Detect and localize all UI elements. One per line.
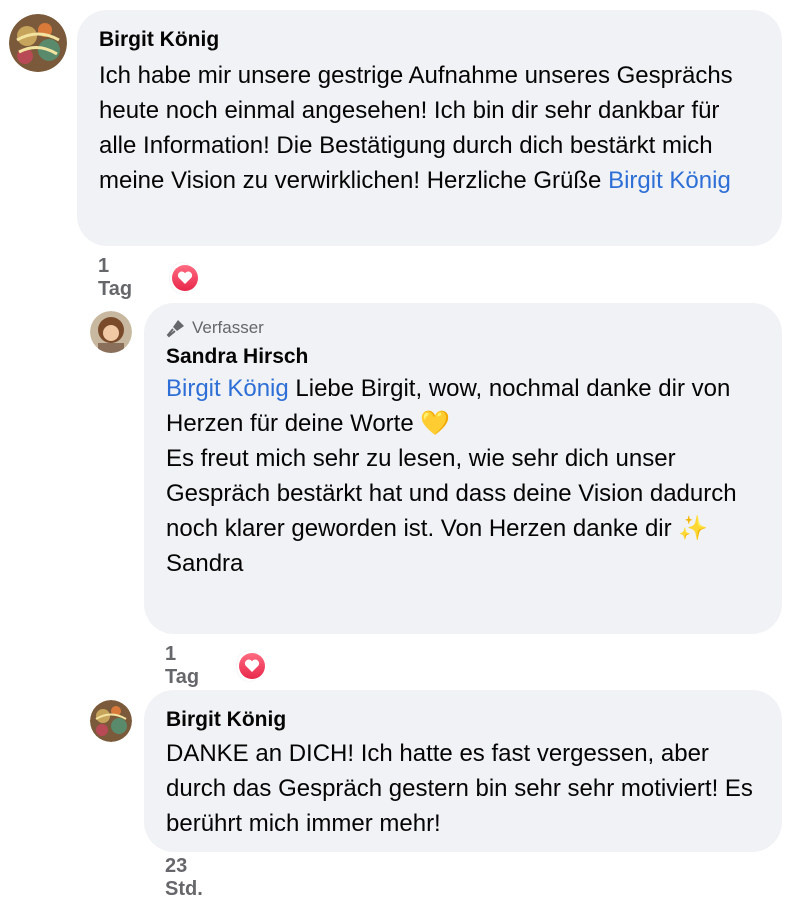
heart-reaction-icon[interactable]: [170, 263, 199, 293]
comment-line-2: Es freut mich sehr zu lesen, wie sehr di…: [166, 445, 737, 542]
comment-meta: 1 Tag: [98, 255, 199, 301]
heart-reaction-icon[interactable]: [237, 651, 266, 681]
sparkles-emoji: ✨: [678, 515, 709, 542]
badge-label: Verfasser: [192, 318, 264, 337]
mention-link[interactable]: Birgit König: [608, 167, 731, 194]
comment-bubble: Birgit König DANKE an DICH! Ich hatte es…: [144, 690, 782, 852]
comment-text: Birgit König Liebe Birgit, wow, nochmal …: [166, 371, 762, 581]
avatar-image: [90, 311, 132, 353]
avatar-birgit[interactable]: [90, 700, 132, 742]
comment-timestamp[interactable]: 1 Tag: [98, 255, 138, 301]
comment-text: Ich habe mir unsere gestrige Aufnahme un…: [99, 58, 760, 198]
comment-text: DANKE an DICH! Ich hatte es fast vergess…: [166, 740, 753, 837]
comment-bubble: Birgit König Ich habe mir unsere gestrig…: [77, 10, 782, 246]
avatar-image: [90, 700, 132, 742]
comment-meta: 1 Tag: [165, 643, 266, 689]
comment-meta: 23 Std.: [165, 855, 203, 901]
yellow-heart-emoji: 💛: [420, 410, 451, 437]
comment-author[interactable]: Birgit König: [166, 706, 760, 734]
comment-timestamp[interactable]: 23 Std.: [165, 855, 203, 901]
comment-author[interactable]: Birgit König: [99, 26, 760, 54]
avatar-sandra[interactable]: [90, 311, 132, 353]
comment-bubble: Verfasser Sandra Hirsch Birgit König Lie…: [144, 303, 782, 634]
microphone-icon: [166, 320, 184, 338]
author-badge: Verfasser: [166, 317, 762, 339]
comment-timestamp[interactable]: 1 Tag: [165, 643, 205, 689]
avatar-birgit[interactable]: [9, 14, 67, 72]
comment-line-3: Sandra: [166, 550, 244, 577]
mention-link[interactable]: Birgit König: [166, 375, 289, 402]
avatar-image: [9, 14, 67, 72]
comment-author[interactable]: Sandra Hirsch: [166, 343, 762, 371]
